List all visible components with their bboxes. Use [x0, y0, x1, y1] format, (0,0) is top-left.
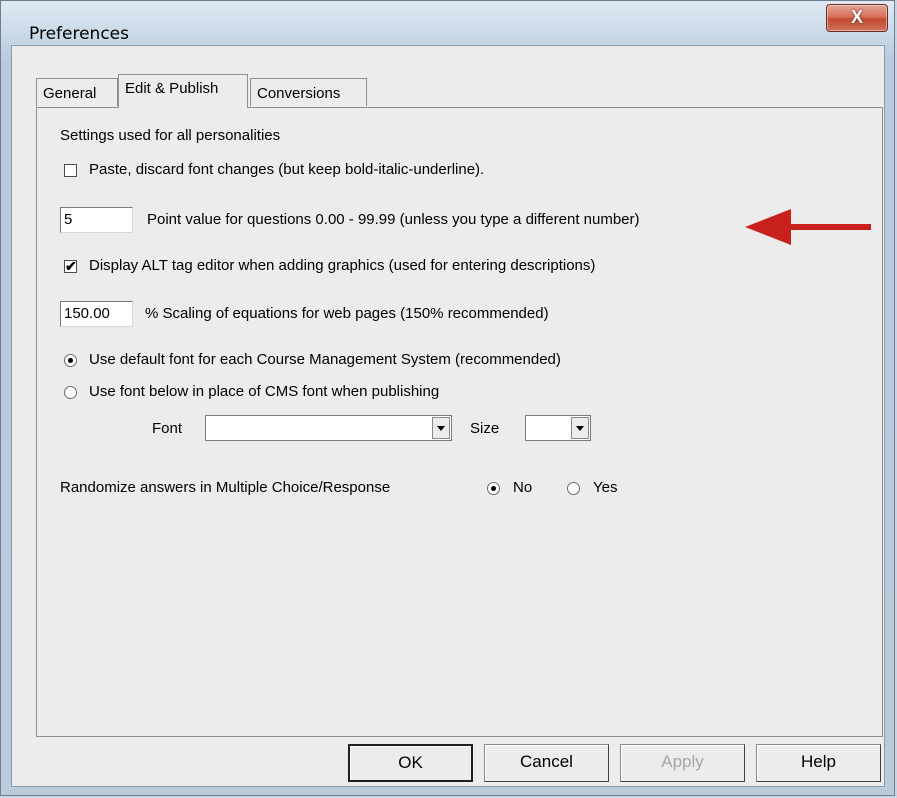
custom-font-radio[interactable] [64, 386, 77, 399]
tab-general[interactable]: General [36, 78, 118, 106]
dialog-client-area: General Edit & Publish Conversions Setti… [11, 45, 885, 787]
ok-button[interactable]: OK [348, 744, 473, 782]
alt-tag-checkbox[interactable]: ✔ [64, 258, 77, 274]
radio-selected-dot [491, 486, 496, 491]
red-arrow-icon [745, 209, 871, 245]
default-font-radio[interactable] [64, 354, 77, 367]
alt-tag-label[interactable]: Display ALT tag editor when adding graph… [89, 257, 595, 274]
paste-discard-checkbox[interactable] [64, 164, 77, 177]
close-button[interactable]: X [826, 4, 888, 32]
tab-conversions[interactable]: Conversions [250, 78, 367, 106]
font-label: Font [152, 420, 183, 437]
apply-button[interactable]: Apply [620, 744, 745, 782]
radio-selected-dot [68, 358, 73, 363]
font-select[interactable] [205, 415, 452, 441]
title-bar[interactable]: Preferences X [1, 1, 894, 45]
help-button[interactable]: Help [756, 744, 881, 782]
settings-heading: Settings used for all personalities [60, 127, 281, 144]
randomize-yes-label[interactable]: Yes [593, 479, 617, 496]
tab-edit-publish[interactable]: Edit & Publish [118, 74, 248, 108]
close-icon: X [850, 7, 863, 27]
size-label: Size [470, 420, 500, 437]
randomize-no-radio[interactable] [487, 482, 500, 495]
paste-discard-label[interactable]: Paste, discard font changes (but keep bo… [89, 161, 484, 178]
window-title: Preferences [29, 24, 129, 44]
red-arrow-shaft [781, 224, 871, 230]
size-select[interactable] [525, 415, 591, 441]
checkmark-icon: ✔ [65, 258, 77, 274]
point-value-input[interactable]: 5 [60, 207, 133, 233]
default-font-label[interactable]: Use default font for each Course Managem… [89, 351, 561, 368]
scaling-input[interactable]: 150.00 [60, 301, 133, 327]
point-value-label: Point value for questions 0.00 - 99.99 (… [147, 211, 640, 228]
red-arrow-head [745, 209, 791, 245]
randomize-yes-radio[interactable] [567, 482, 580, 495]
chevron-down-icon[interactable] [571, 417, 589, 439]
custom-font-label[interactable]: Use font below in place of CMS font when… [89, 383, 439, 400]
preferences-dialog: Preferences X General Edit & Publish Con… [0, 0, 895, 796]
scaling-label: % Scaling of equations for web pages (15… [145, 305, 549, 322]
randomize-label: Randomize answers in Multiple Choice/Res… [60, 479, 391, 496]
cancel-button[interactable]: Cancel [484, 744, 609, 782]
chevron-down-icon[interactable] [432, 417, 450, 439]
edit-publish-panel: Settings used for all personalities Past… [36, 107, 883, 737]
randomize-no-label[interactable]: No [513, 479, 532, 496]
